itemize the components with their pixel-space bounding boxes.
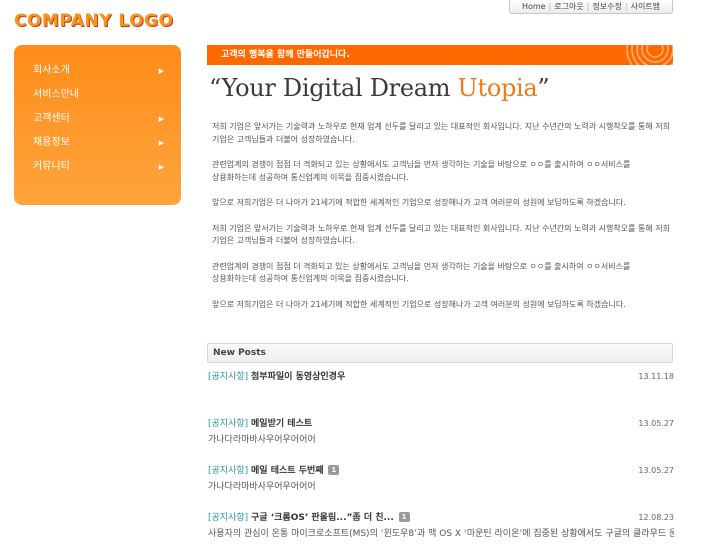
- topnav-divider: |: [548, 2, 552, 11]
- sidebar-menu: 회사소개 ▶ 서비스안내 고객센터 ▶ 채용정보 ▶ 커뮤니티 ▶: [14, 45, 181, 205]
- post-item[interactable]: [공지사항] 메일 테스트 두번째 1 13.05.27 가나다라마바사우어우어…: [208, 464, 674, 494]
- triangle-right-icon: ▶: [158, 163, 164, 171]
- post-date: 13.05.27: [638, 466, 674, 475]
- intro-paragraph: 관련업계의 경쟁이 점점 더 격화되고 있는 상황에서도 고객님을 먼저 생각하…: [212, 261, 674, 286]
- topnav-home-link[interactable]: Home: [522, 2, 546, 11]
- post-date: 12.08.23: [638, 513, 674, 522]
- comment-count-badge: 1: [328, 465, 340, 475]
- post-title[interactable]: 구글 ‘크롬OS’ 판올림...”좀 더 친...: [251, 513, 394, 523]
- paragraph-line: 기업은 고객님들과 더불어 성장하였습니다.: [212, 134, 355, 144]
- topnav-sitemap-link[interactable]: 사이트맵: [631, 1, 660, 12]
- post-date: 13.11.18: [638, 372, 674, 381]
- sidebar-item-label: 채용정보: [33, 137, 70, 148]
- sidebar-item-company[interactable]: 회사소개 ▶: [14, 59, 181, 83]
- paragraph-line: 저희 기업은 앞서가는 기술력과 노하우로 현재 업계 선두를 달리고 있는 대…: [212, 223, 670, 233]
- intro-paragraphs: 저희 기업은 앞서가는 기술력과 노하우로 현재 업계 선두를 달리고 있는 대…: [212, 121, 674, 324]
- post-title-row[interactable]: [공지사항] 구글 ‘크롬OS’ 판올림...”좀 더 친... 1 12.08…: [208, 511, 674, 525]
- triangle-right-icon: ▶: [158, 67, 164, 75]
- paragraph-line: 저희 기업은 앞서가는 기술력과 노하우로 현재 업계 선두를 달리고 있는 대…: [212, 122, 670, 131]
- concentric-rings-decoration: [626, 45, 673, 65]
- post-item[interactable]: [공지사항] 메일받기 테스트 13.05.27 가나다라마바사우어우어어어: [208, 417, 674, 447]
- topnav-divider: |: [624, 2, 628, 11]
- sidebar-item-community[interactable]: 커뮤니티 ▶: [14, 155, 181, 179]
- paragraph-line: 상용화하는데 성공하여 통신업계의 이목을 집중시켰습니다.: [212, 172, 409, 182]
- intro-paragraph: 관련업계의 경쟁이 점점 더 격화되고 있는 상황에서도 고객님을 먼저 생각하…: [212, 159, 674, 184]
- post-category[interactable]: [공지사항]: [208, 466, 248, 476]
- post-category[interactable]: [공지사항]: [208, 372, 248, 382]
- paragraph-line: 앞으로 저희기업은 더 나아가 21세기에 적합한 세계적인 기업으로 성장해나…: [212, 198, 626, 207]
- post-title-row[interactable]: [공지사항] 메일받기 테스트 13.05.27: [208, 417, 674, 431]
- post-excerpt: 사용자의 관심이 온통 마이크로소프트(MS)의 ‘윈도우8’과 맥 OS X …: [208, 529, 674, 539]
- post-title[interactable]: 메일받기 테스트: [251, 419, 312, 429]
- post-date: 13.05.27: [638, 419, 674, 428]
- triangle-right-icon: ▶: [158, 139, 164, 147]
- post-category[interactable]: [공지사항]: [208, 513, 248, 523]
- triangle-right-icon: ▶: [158, 115, 164, 123]
- paragraph-line: 앞으로 저희기업은 더 나아가 21세기에 적합한 세계적인 기업으로 성장해나…: [212, 299, 626, 309]
- post-excerpt: 가나다라마바사우어우어어어: [208, 482, 316, 492]
- sidebar-item-label: 회사소개: [33, 65, 70, 76]
- headline-close-quote: ”: [537, 74, 550, 102]
- sidebar-item-services[interactable]: 서비스안내: [14, 83, 181, 107]
- post-title-row[interactable]: [공지사항] 메일 테스트 두번째 1 13.05.27: [208, 464, 674, 478]
- sidebar-item-label: 서비스안내: [33, 89, 79, 100]
- paragraph-line: 관련업계의 경쟁이 점점 더 격화되고 있는 상황에서도 고객님을 먼저 생각하…: [212, 261, 631, 271]
- new-posts-header: New Posts: [207, 343, 673, 363]
- top-navigation: Home | 로그아웃 | 정보수정 | 사이트맵: [509, 0, 673, 14]
- post-title-row[interactable]: [공지사항] 첨부파일이 동영상인경우 13.11.18: [208, 370, 674, 384]
- comment-count-badge: 1: [398, 512, 410, 522]
- post-category[interactable]: [공지사항]: [208, 419, 248, 429]
- paragraph-line: 상용화하는데 성공하여 통신업계의 이목을 집중시켰습니다.: [212, 274, 409, 283]
- page-headline: “Your Digital Dream Utopia”: [209, 74, 550, 102]
- headline-main: “Your Digital Dream: [209, 74, 458, 102]
- headline-accent: Utopia: [457, 74, 538, 102]
- company-logo[interactable]: COMPANY LOGO: [14, 11, 173, 31]
- banner-text: 고객의 행복을 함께 만들어갑니다.: [221, 50, 350, 60]
- post-item[interactable]: [공지사항] 첨부파일이 동영상인경우 13.11.18: [208, 370, 674, 384]
- intro-paragraph: 저희 기업은 앞서가는 기술력과 노하우로 현재 업계 선두를 달리고 있는 대…: [212, 223, 674, 248]
- sidebar-item-careers[interactable]: 채용정보 ▶: [14, 131, 181, 155]
- paragraph-line: 관련업계의 경쟁이 점점 더 격화되고 있는 상황에서도 고객님을 먼저 생각하…: [212, 160, 631, 169]
- slogan-banner: 고객의 행복을 함께 만들어갑니다.: [207, 45, 673, 65]
- intro-paragraph: 앞으로 저희기업은 더 나아가 21세기에 적합한 세계적인 기업으로 성장해나…: [212, 197, 674, 210]
- sidebar-item-label: 커뮤니티: [33, 161, 70, 172]
- post-title[interactable]: 첨부파일이 동영상인경우: [251, 372, 345, 382]
- sidebar-item-support[interactable]: 고객센터 ▶: [14, 107, 181, 131]
- intro-paragraph: 저희 기업은 앞서가는 기술력과 노하우로 현재 업계 선두를 달리고 있는 대…: [212, 121, 674, 146]
- paragraph-line: 기업은 고객님들과 더불어 성장하였습니다.: [212, 236, 355, 245]
- sidebar-item-label: 고객센터: [33, 113, 70, 124]
- post-item[interactable]: [공지사항] 구글 ‘크롬OS’ 판올림...”좀 더 친... 1 12.08…: [208, 511, 674, 541]
- post-title[interactable]: 메일 테스트 두번째: [251, 466, 324, 476]
- topnav-edit-profile-link[interactable]: 정보수정: [592, 1, 621, 12]
- topnav-divider: |: [586, 2, 590, 11]
- intro-paragraph: 앞으로 저희기업은 더 나아가 21세기에 적합한 세계적인 기업으로 성장해나…: [212, 299, 674, 312]
- topnav-logout-link[interactable]: 로그아웃: [554, 1, 583, 12]
- post-excerpt: 가나다라마바사우어우어어어: [208, 435, 316, 445]
